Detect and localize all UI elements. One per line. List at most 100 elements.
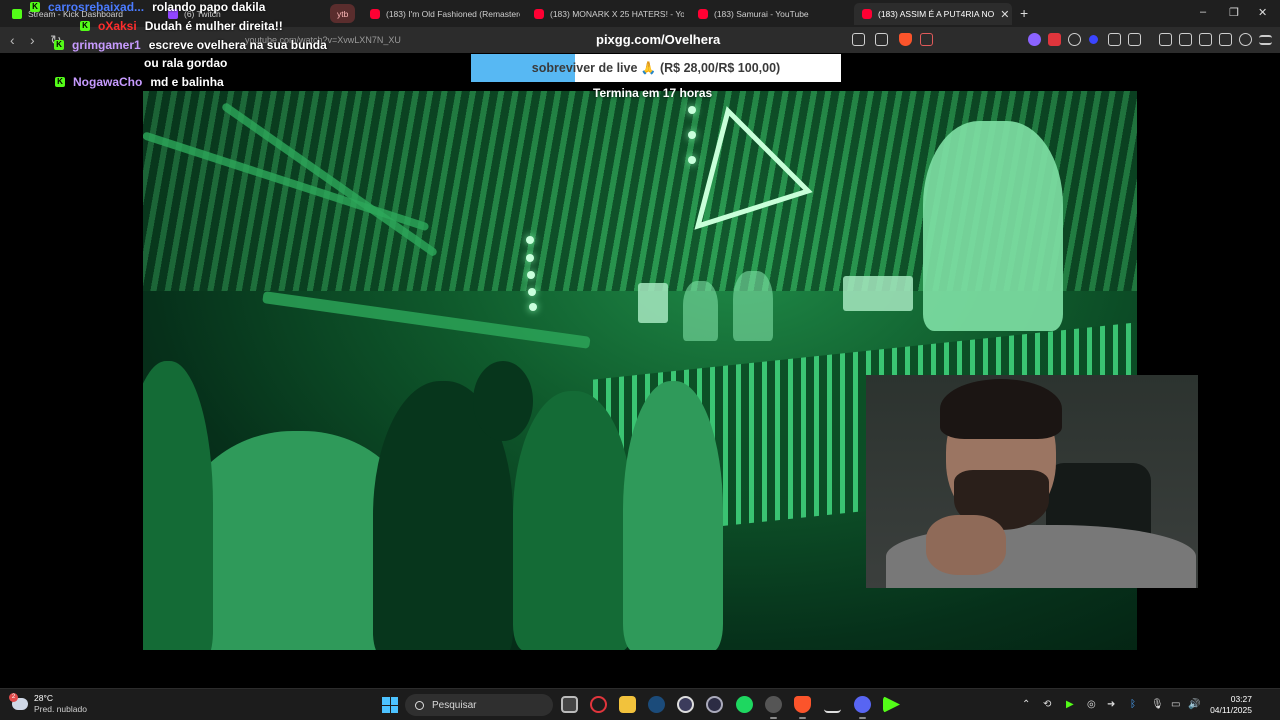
brave-icon[interactable]	[794, 696, 811, 719]
mic-icon[interactable]: 🎙	[1151, 699, 1164, 710]
weather-condition: Pred. nublado	[34, 704, 87, 714]
chat-username: oXaksi	[98, 19, 137, 33]
taskbar-search[interactable]: Pesquisar	[405, 694, 553, 716]
opera-icon[interactable]	[590, 696, 607, 713]
tab-samurai[interactable]: (183) Samurai - YouTube	[690, 3, 848, 25]
close-window-button[interactable]: ✕	[1258, 6, 1267, 19]
chat-username: grimgamer1	[72, 38, 141, 52]
webcam-hair	[940, 379, 1062, 439]
start-button[interactable]	[382, 697, 398, 713]
youtube-icon	[862, 9, 872, 19]
record-icon[interactable]: ◎	[1087, 699, 1096, 710]
extension-red-icon[interactable]	[1048, 33, 1061, 46]
tab-monark[interactable]: (183) MONARK X 25 HATERS! - YouT	[526, 3, 684, 25]
discord-icon[interactable]	[854, 696, 871, 719]
arrow-app-icon[interactable]	[706, 696, 723, 713]
tab-group-ytb[interactable]: ytb	[330, 4, 356, 23]
webcam-hand	[926, 515, 1006, 575]
video-scene-person	[623, 381, 723, 650]
video-scene-light	[688, 131, 696, 139]
kick-app-icon[interactable]	[883, 696, 900, 713]
kick-badge-icon: K	[55, 77, 65, 87]
tab-label: (183) MONARK X 25 HATERS! - YouT	[550, 9, 684, 19]
extension-glasses-icon[interactable]	[1068, 33, 1081, 46]
youtube-icon	[698, 9, 708, 19]
chat-message: K oXaksi Dudah é mulher direita!!	[80, 19, 283, 33]
kick-badge-icon: K	[80, 21, 90, 31]
media-music-icon[interactable]	[1159, 33, 1172, 46]
new-tab-button[interactable]: +	[1020, 5, 1028, 21]
sync-icon[interactable]: ⟲	[1043, 699, 1051, 710]
menu-icon[interactable]	[1259, 35, 1272, 45]
maximize-button[interactable]: ❐	[1229, 6, 1239, 19]
donation-goal-text: sobreviver de live 🙏 (R$ 28,00/R$ 100,00…	[471, 54, 841, 82]
video-scene-light	[529, 303, 537, 311]
chrome-icon[interactable]	[765, 696, 782, 719]
close-tab-icon[interactable]: ✕	[1000, 8, 1009, 21]
file-explorer-icon[interactable]	[619, 696, 636, 713]
chat-text: Dudah é mulher direita!!	[144, 19, 283, 33]
wallet-icon[interactable]	[1199, 33, 1212, 46]
donation-goal-countdown: Termina em 17 horas	[593, 86, 713, 100]
video-scene-person	[513, 391, 633, 650]
chat-message: K grimgamer1 escreve ovelhera na sua bun…	[54, 38, 327, 52]
vpn-shield-icon[interactable]	[1239, 33, 1252, 46]
chat-message: K carrosrebaixad... rolando papo dakila	[30, 0, 265, 14]
steam-icon[interactable]	[648, 696, 665, 713]
pray-icon: 🙏	[640, 61, 657, 75]
windows-logo-icon	[382, 697, 390, 705]
chat-message: ou rala gordao	[144, 56, 227, 70]
video-scene-dancer	[923, 121, 1063, 331]
search-icon	[415, 700, 424, 710]
bluetooth-icon[interactable]: ᛒ	[1130, 699, 1136, 710]
video-scene-light	[526, 254, 534, 262]
tab-label: (183) I'm Old Fashioned (Remastered	[386, 9, 520, 19]
video-scene-light	[526, 236, 534, 244]
video-scene-light	[528, 288, 536, 296]
weather-widget[interactable]: 2 28°C Pred. nublado	[9, 693, 87, 715]
kick-badge-icon: K	[30, 2, 40, 12]
windows-taskbar: 2 28°C Pred. nublado Pesquisar ⌃ ⟲ ▶ ◎ ➜…	[0, 688, 1280, 720]
obs-icon[interactable]	[677, 696, 694, 713]
tab-im-old-fashioned[interactable]: (183) I'm Old Fashioned (Remastered	[362, 3, 520, 25]
forward-icon[interactable]: ➜	[1107, 699, 1115, 710]
address-bar[interactable]: pixgg.com/Ovelhera	[596, 32, 720, 47]
video-scene-person	[473, 361, 533, 441]
webcam-overlay	[866, 375, 1198, 588]
video-scene-dj	[683, 281, 718, 341]
chat-text: rolando papo dakila	[152, 0, 266, 14]
clock-date: 04/11/2025	[1210, 705, 1252, 715]
forward-button[interactable]: ›	[30, 32, 35, 48]
system-clock[interactable]: 03:27 04/11/2025	[1208, 694, 1252, 716]
spotify-icon[interactable]	[736, 696, 753, 713]
share-icon[interactable]	[875, 33, 888, 46]
extensions-puzzle-icon[interactable]	[1108, 33, 1121, 46]
donation-goal-amounts: (R$ 28,00/R$ 100,00)	[659, 61, 781, 75]
screenshot-icon[interactable]	[1128, 33, 1141, 46]
chat-username: carrosrebaixad...	[48, 0, 145, 14]
task-view-icon[interactable]	[561, 696, 578, 713]
back-button[interactable]: ‹	[10, 32, 15, 48]
leo-ai-icon[interactable]	[1219, 33, 1232, 46]
search-placeholder: Pesquisar	[432, 699, 477, 711]
video-scene-light	[688, 106, 696, 114]
play-icon[interactable]: ▶	[1066, 699, 1074, 710]
minimize-button[interactable]: –	[1200, 6, 1206, 18]
cast-icon[interactable]	[852, 33, 865, 46]
network-icon[interactable]: ▭	[1171, 699, 1180, 710]
download-icon[interactable]	[824, 696, 841, 713]
tab-active-video[interactable]: (183) ASSIM É A PUT4RIA NO ✕	[854, 3, 1012, 25]
brave-shields-icon[interactable]	[899, 33, 912, 46]
volume-icon[interactable]: 🔊	[1188, 699, 1200, 710]
chevron-up-icon[interactable]: ⌃	[1022, 699, 1030, 710]
sidebar-icon[interactable]	[1179, 33, 1192, 46]
weather-temperature: 28°C	[34, 693, 53, 703]
extension-purple-icon[interactable]	[1028, 33, 1041, 46]
brave-rewards-icon[interactable]	[920, 33, 933, 46]
cloud-icon: 2	[9, 693, 28, 710]
video-scene-neon-triangle	[694, 106, 813, 230]
extension-blue-icon[interactable]	[1089, 35, 1098, 44]
chat-text: ou rala gordao	[144, 56, 228, 70]
video-scene-dj-equipment	[638, 283, 668, 323]
donation-goal-bar: sobreviver de live 🙏 (R$ 28,00/R$ 100,00…	[471, 54, 841, 82]
